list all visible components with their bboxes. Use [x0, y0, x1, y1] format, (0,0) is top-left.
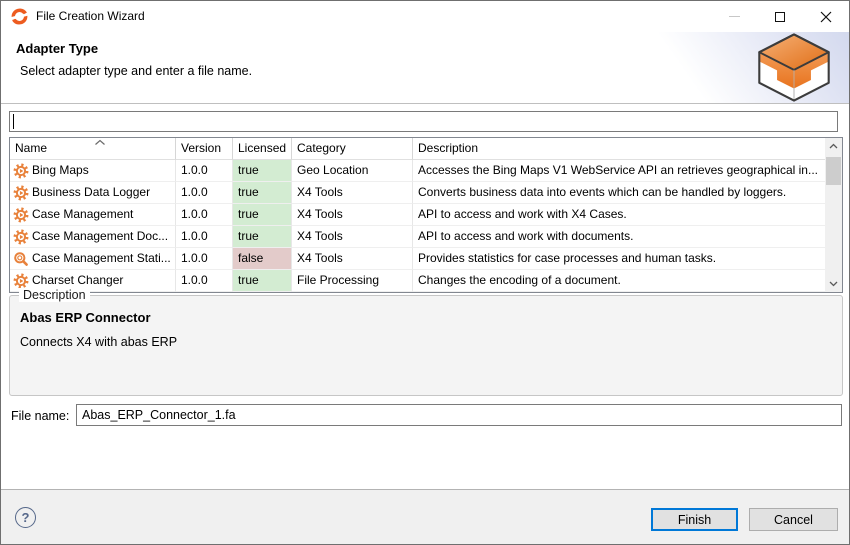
- scrollbar-thumb[interactable]: [826, 157, 841, 185]
- selected-adapter-description: Connects X4 with abas ERP: [20, 335, 177, 349]
- page-title: Adapter Type: [16, 41, 98, 56]
- maximize-button[interactable]: [757, 1, 803, 32]
- column-header-category[interactable]: Category: [292, 138, 413, 160]
- gear-adapter-icon: [13, 229, 29, 245]
- magnifier-statistics-icon: [13, 251, 29, 267]
- window-controls: [711, 1, 849, 32]
- row-category: X4 Tools: [292, 182, 413, 204]
- filter-input[interactable]: [9, 111, 838, 132]
- table-row[interactable]: Charset Changer 1.0.0 true File Processi…: [10, 270, 825, 292]
- question-mark-icon: ?: [22, 510, 30, 525]
- cancel-button[interactable]: Cancel: [749, 508, 838, 531]
- x4-cube-logo: [750, 32, 838, 103]
- column-header-name[interactable]: Name: [10, 138, 176, 160]
- vertical-scrollbar[interactable]: [825, 138, 842, 292]
- row-description: Accesses the Bing Maps V1 WebService API…: [413, 160, 825, 182]
- row-name-label: Case Management: [32, 204, 133, 225]
- row-description: API to access and work with documents.: [413, 226, 825, 248]
- row-name-label: Bing Maps: [32, 160, 89, 181]
- row-version: 1.0.0: [176, 248, 233, 270]
- minimize-button[interactable]: [711, 1, 757, 32]
- close-icon: [820, 11, 832, 23]
- table-row[interactable]: Bing Maps 1.0.0 true Geo Location Access…: [10, 160, 825, 182]
- table-row[interactable]: Business Data Logger 1.0.0 true X4 Tools…: [10, 182, 825, 204]
- window-title: File Creation Wizard: [36, 9, 145, 23]
- description-group: Description Abas ERP Connector Connects …: [9, 295, 843, 396]
- row-description: API to access and work with X4 Cases.: [413, 204, 825, 226]
- help-button[interactable]: ?: [15, 507, 36, 528]
- filter-field-wrap: [9, 111, 838, 132]
- row-category: X4 Tools: [292, 226, 413, 248]
- row-category: X4 Tools: [292, 204, 413, 226]
- finish-button[interactable]: Finish: [651, 508, 738, 531]
- row-licensed: true: [233, 182, 292, 204]
- adapter-table: Name Version Licensed Category Descripti…: [9, 137, 843, 293]
- text-caret: [13, 114, 14, 129]
- row-licensed: true: [233, 270, 292, 292]
- selected-adapter-title: Abas ERP Connector: [20, 310, 151, 325]
- gear-adapter-icon: [13, 273, 29, 289]
- chevron-down-icon: [829, 281, 838, 287]
- gear-adapter-icon: [13, 185, 29, 201]
- minimize-icon: [729, 16, 740, 17]
- file-name-label: File name:: [11, 409, 69, 423]
- column-header-name-label: Name: [15, 138, 47, 159]
- row-name-label: Business Data Logger: [32, 182, 150, 203]
- row-licensed: true: [233, 160, 292, 182]
- table-body: Bing Maps 1.0.0 true Geo Location Access…: [10, 160, 842, 292]
- row-licensed: false: [233, 248, 292, 270]
- row-version: 1.0.0: [176, 226, 233, 248]
- row-name-label: Case Management Stati...: [32, 248, 171, 269]
- column-header-description[interactable]: Description: [413, 138, 825, 160]
- row-category: Geo Location: [292, 160, 413, 182]
- row-licensed: true: [233, 204, 292, 226]
- close-button[interactable]: [803, 1, 849, 32]
- table-row[interactable]: Case Management Stati... 1.0.0 false X4 …: [10, 248, 825, 270]
- title-bar: File Creation Wizard: [1, 1, 849, 32]
- maximize-icon: [775, 12, 785, 22]
- row-description: Changes the encoding of a document.: [413, 270, 825, 292]
- row-version: 1.0.0: [176, 160, 233, 182]
- page-subtitle: Select adapter type and enter a file nam…: [20, 64, 252, 78]
- table-header: Name Version Licensed Category Descripti…: [10, 138, 825, 160]
- button-bar: ? Finish Cancel: [1, 489, 849, 544]
- row-description: Converts business data into events which…: [413, 182, 825, 204]
- gear-adapter-icon: [13, 207, 29, 223]
- row-description: Provides statistics for case processes a…: [413, 248, 825, 270]
- row-category: X4 Tools: [292, 248, 413, 270]
- x4-app-logo-icon: [11, 8, 28, 25]
- chevron-up-icon: [829, 143, 838, 149]
- row-licensed: true: [233, 226, 292, 248]
- table-row[interactable]: Case Management 1.0.0 true X4 Tools API …: [10, 204, 825, 226]
- scrollbar-up-button[interactable]: [825, 138, 842, 154]
- row-version: 1.0.0: [176, 270, 233, 292]
- row-version: 1.0.0: [176, 204, 233, 226]
- wizard-banner: Adapter Type Select adapter type and ent…: [1, 32, 849, 104]
- row-name-label: Case Management Doc...: [32, 226, 168, 247]
- description-group-label: Description: [19, 288, 90, 302]
- file-name-input[interactable]: [76, 404, 842, 426]
- column-header-licensed[interactable]: Licensed: [233, 138, 292, 160]
- column-header-version[interactable]: Version: [176, 138, 233, 160]
- gear-adapter-icon: [13, 163, 29, 179]
- file-creation-wizard-dialog: File Creation Wizard Adapter Type Select…: [0, 0, 850, 545]
- table-row[interactable]: Case Management Doc... 1.0.0 true X4 Too…: [10, 226, 825, 248]
- sort-ascending-icon: [94, 139, 106, 146]
- scrollbar-down-button[interactable]: [825, 276, 842, 292]
- row-version: 1.0.0: [176, 182, 233, 204]
- row-category: File Processing: [292, 270, 413, 292]
